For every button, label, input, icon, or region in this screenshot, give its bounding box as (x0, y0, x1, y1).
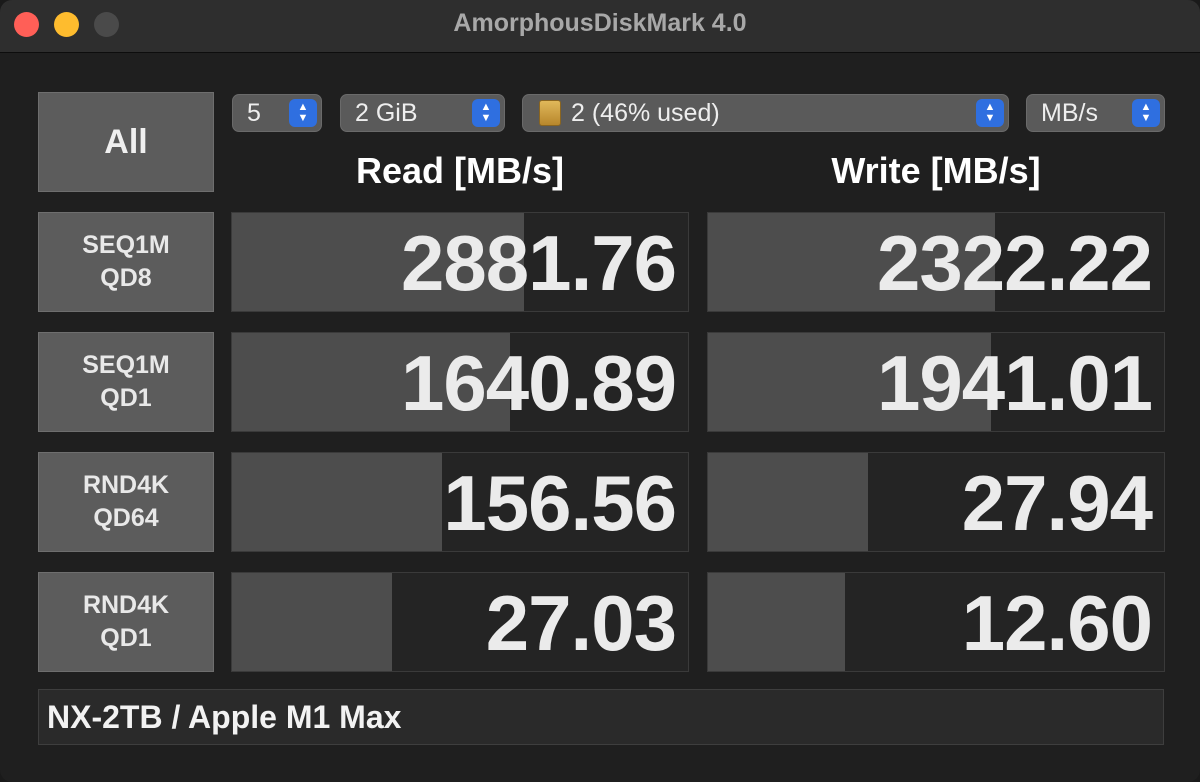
unit-value: MB/s (1041, 98, 1098, 127)
run-all-button[interactable]: All (38, 92, 214, 192)
test-queue-depth: QD1 (100, 624, 152, 652)
test-button-seq1m-qd8[interactable]: SEQ1M QD8 (38, 212, 214, 312)
read-column-header: Read [MB/s] (355, 150, 565, 191)
test-button-seq1m-qd1[interactable]: SEQ1M QD1 (38, 332, 214, 432)
read-value: 2881.76 (401, 219, 677, 307)
up-down-stepper-icon: ▲ ▼ (472, 99, 500, 127)
read-value: 1640.89 (401, 339, 677, 427)
read-result-seq1m-qd8: 2881.76 (231, 212, 689, 312)
write-bar (708, 573, 845, 671)
write-value: 12.60 (961, 579, 1153, 667)
write-value: 1941.01 (877, 339, 1153, 427)
test-count-value: 5 (247, 98, 261, 127)
read-result-rnd4k-qd64: 156.56 (231, 452, 689, 552)
write-result-rnd4k-qd64: 27.94 (707, 452, 1165, 552)
test-size-select[interactable]: 2 GiB ▲ ▼ (340, 94, 505, 132)
read-result-rnd4k-qd1: 27.03 (231, 572, 689, 672)
write-column-header: Write [MB/s] (831, 150, 1041, 191)
test-name: RND4K (82, 471, 170, 499)
test-count-select[interactable]: 5 ▲ ▼ (232, 94, 322, 132)
read-result-seq1m-qd1: 1640.89 (231, 332, 689, 432)
write-result-seq1m-qd1: 1941.01 (707, 332, 1165, 432)
read-bar (232, 573, 392, 671)
test-queue-depth: QD1 (100, 384, 152, 412)
write-value: 2322.22 (877, 219, 1153, 307)
read-value: 27.03 (485, 579, 677, 667)
app-window: AmorphousDiskMark 4.0 All 5 ▲ ▼ 2 GiB ▲ ▼ … (0, 0, 1200, 782)
test-name: SEQ1M (82, 231, 170, 259)
test-name: RND4K (82, 591, 170, 619)
test-name: SEQ1M (82, 351, 170, 379)
test-button-rnd4k-qd64[interactable]: RND4K QD64 (38, 452, 214, 552)
write-bar (708, 453, 868, 551)
test-button-rnd4k-qd1[interactable]: RND4K QD1 (38, 572, 214, 672)
external-drive-icon (539, 100, 561, 126)
read-bar (232, 453, 442, 551)
read-value: 156.56 (443, 459, 677, 547)
up-down-stepper-icon: ▲ ▼ (289, 99, 317, 127)
window-title: AmorphousDiskMark 4.0 (453, 9, 747, 37)
up-down-stepper-icon: ▲ ▼ (1132, 99, 1160, 127)
write-value: 27.94 (961, 459, 1153, 547)
write-result-seq1m-qd8: 2322.22 (707, 212, 1165, 312)
drive-value: 2 (46% used) (571, 98, 720, 127)
up-down-stepper-icon: ▲ ▼ (976, 99, 1004, 127)
drive-select[interactable]: 2 (46% used) ▲ ▼ (522, 94, 1009, 132)
unit-select[interactable]: MB/s ▲ ▼ (1026, 94, 1165, 132)
title-bar[interactable]: AmorphousDiskMark 4.0 (0, 0, 1200, 53)
comment-field[interactable]: NX-2TB / Apple M1 Max (38, 689, 1164, 745)
test-queue-depth: QD8 (100, 264, 152, 292)
test-queue-depth: QD64 (93, 504, 159, 532)
write-result-rnd4k-qd1: 12.60 (707, 572, 1165, 672)
test-size-value: 2 GiB (355, 98, 418, 127)
